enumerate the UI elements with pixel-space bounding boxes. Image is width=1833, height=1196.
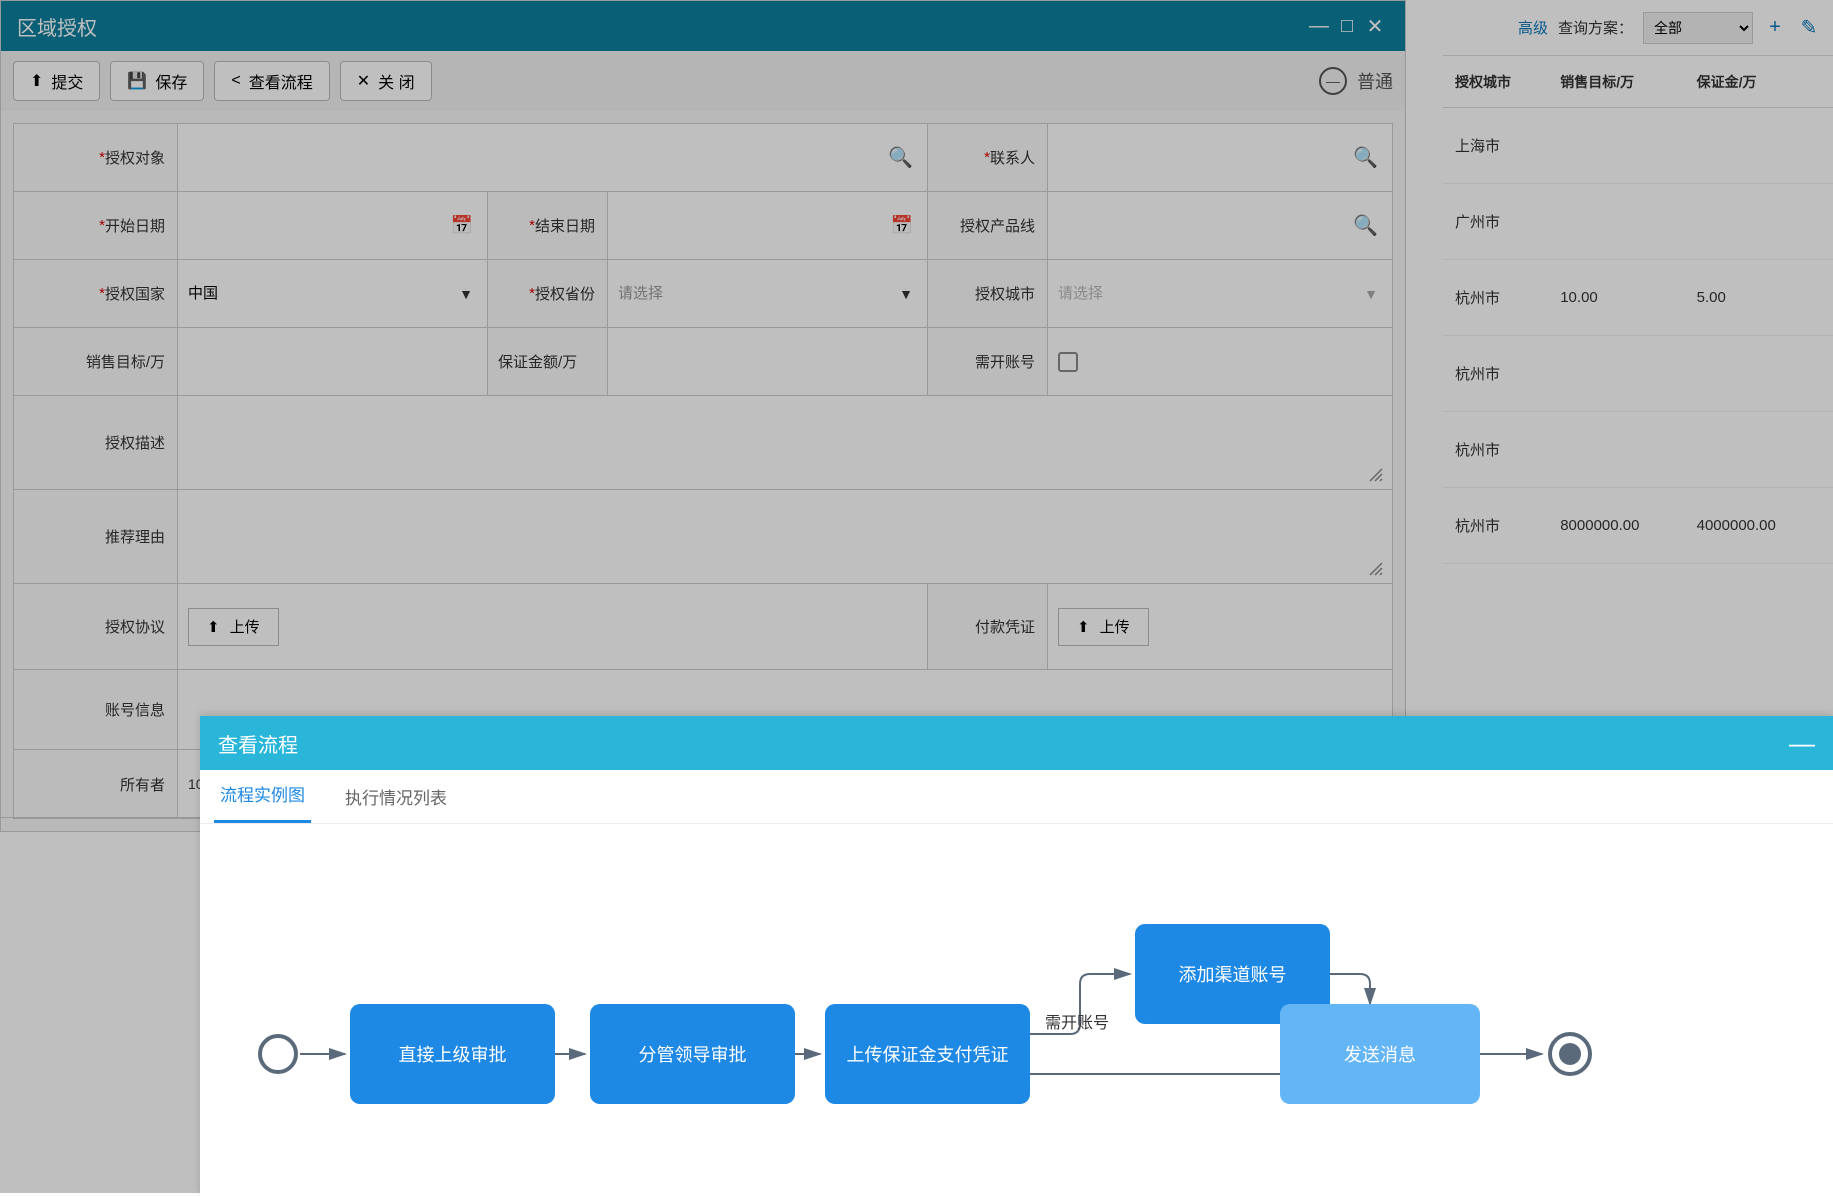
flow-branch-label: 需开账号 xyxy=(1045,1009,1109,1033)
tab-exec-list[interactable]: 执行情况列表 xyxy=(339,770,453,823)
tab-flow-diagram[interactable]: 流程实例图 xyxy=(214,767,311,823)
flow-end[interactable] xyxy=(1548,1032,1592,1076)
modal2-title: 查看流程 xyxy=(218,729,298,758)
modal2-titlebar[interactable]: 查看流程 — xyxy=(200,716,1833,770)
view-flow-modal: 查看流程 — 流程实例图 执行情况列表 直接上级审批 xyxy=(200,716,1833,1196)
flow-node-upload-deposit[interactable]: 上传保证金支付凭证 xyxy=(825,1004,1030,1104)
flow-node-leader-approve[interactable]: 分管领导审批 xyxy=(590,1004,795,1104)
flow-node-send-message[interactable]: 发送消息 xyxy=(1280,1004,1480,1104)
minimize-icon[interactable]: — xyxy=(1789,728,1815,759)
flow-node-supervisor-approve[interactable]: 直接上级审批 xyxy=(350,1004,555,1104)
flow-canvas[interactable]: 直接上级审批 分管领导审批 上传保证金支付凭证 添加渠道账号 发送消息 需开账号 xyxy=(200,824,1833,1184)
flow-start[interactable] xyxy=(258,1034,298,1074)
flow-tabs: 流程实例图 执行情况列表 xyxy=(200,770,1833,824)
